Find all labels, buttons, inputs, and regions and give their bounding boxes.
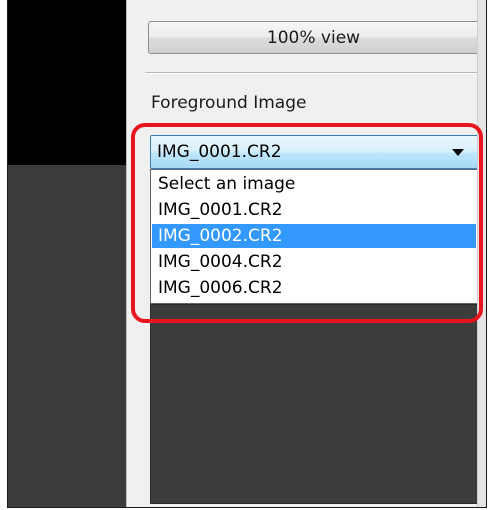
annotation-highlight-box <box>131 123 483 323</box>
panel-separator <box>145 72 481 74</box>
foreground-image-preview <box>150 304 478 504</box>
100-percent-view-button[interactable]: 100% view <box>148 21 479 54</box>
image-viewport <box>8 0 126 507</box>
viewport-black-region <box>8 0 126 165</box>
foreground-image-label: Foreground Image <box>151 93 307 113</box>
